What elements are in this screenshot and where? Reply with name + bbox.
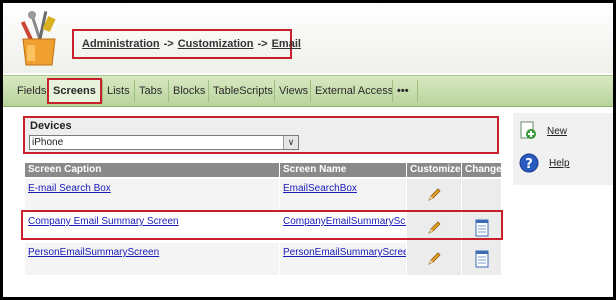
change-cell xyxy=(462,179,501,211)
new-document-icon xyxy=(520,121,536,139)
highlighted-row-outline xyxy=(21,210,503,240)
help-button[interactable]: ? Help xyxy=(519,153,570,173)
tools-cup-icon xyxy=(20,11,56,66)
table-row: E-mail Search Box EmailSearchBox xyxy=(25,179,501,211)
help-icon: ? xyxy=(519,153,539,173)
tab-fields[interactable]: Fields xyxy=(13,80,50,102)
tab-tabs[interactable]: Tabs xyxy=(134,80,166,102)
tab-bar: Fields Screens Lists Tabs Blocks TableSc… xyxy=(3,75,613,107)
tab-tablescripts[interactable]: TableScripts xyxy=(208,80,277,102)
tab-blocks[interactable]: Blocks xyxy=(168,80,209,102)
screen-name-link[interactable]: EmailSearchBox xyxy=(283,183,357,194)
change-cell xyxy=(462,243,501,275)
help-label: Help xyxy=(549,157,570,169)
column-header-screen-name: Screen Name xyxy=(280,163,406,177)
actions-panel: New ? Help xyxy=(513,113,613,185)
devices-label: Devices xyxy=(30,120,72,132)
breadcrumb-separator: -> xyxy=(257,38,268,50)
tab-more[interactable]: ••• xyxy=(392,80,413,102)
document-icon[interactable] xyxy=(475,250,489,268)
breadcrumb: Administration -> Customization -> Email xyxy=(72,29,301,59)
breadcrumb-separator: -> xyxy=(163,38,174,50)
svg-text:?: ? xyxy=(525,157,533,172)
screen-name-cell: EmailSearchBox xyxy=(280,179,406,211)
page-header: Administration -> Customization -> Email xyxy=(3,3,613,73)
devices-select[interactable]: iPhone ∨ xyxy=(29,135,299,150)
column-header-screen-caption: Screen Caption xyxy=(25,163,279,177)
customize-cell xyxy=(407,243,461,275)
new-button[interactable]: New xyxy=(519,121,567,141)
pencil-icon[interactable] xyxy=(426,187,442,203)
tab-external-access[interactable]: External Access xyxy=(310,80,397,102)
screen-caption-link[interactable]: E-mail Search Box xyxy=(28,183,111,194)
tab-divider xyxy=(417,80,421,102)
screen-caption-link[interactable]: PersonEmailSummaryScreen xyxy=(28,247,159,258)
tab-screens[interactable]: Screens xyxy=(47,78,102,104)
column-header-change: Change xyxy=(462,163,501,177)
screen-name-link[interactable]: PersonEmailSummaryScreen xyxy=(283,247,406,258)
breadcrumb-customization[interactable]: Customization xyxy=(178,38,254,50)
column-header-customize: Customize xyxy=(407,163,461,177)
chevron-down-icon[interactable]: ∨ xyxy=(283,136,298,149)
window: Administration -> Customization -> Email… xyxy=(3,3,613,297)
devices-selected-value: iPhone xyxy=(32,137,64,148)
breadcrumb-administration[interactable]: Administration xyxy=(82,38,160,50)
tab-lists[interactable]: Lists xyxy=(102,80,134,102)
screen-caption-cell: PersonEmailSummaryScreen xyxy=(25,243,279,275)
customize-cell xyxy=(407,179,461,211)
pencil-icon[interactable] xyxy=(426,251,442,267)
breadcrumb-email[interactable]: Email xyxy=(272,38,301,50)
screen-caption-cell: E-mail Search Box xyxy=(25,179,279,211)
devices-panel: Devices iPhone ∨ xyxy=(23,116,499,154)
tab-views[interactable]: Views xyxy=(274,80,312,102)
new-label: New xyxy=(547,125,568,137)
table-row: PersonEmailSummaryScreen PersonEmailSumm… xyxy=(25,243,501,275)
screen-name-cell: PersonEmailSummaryScreen xyxy=(280,243,406,275)
